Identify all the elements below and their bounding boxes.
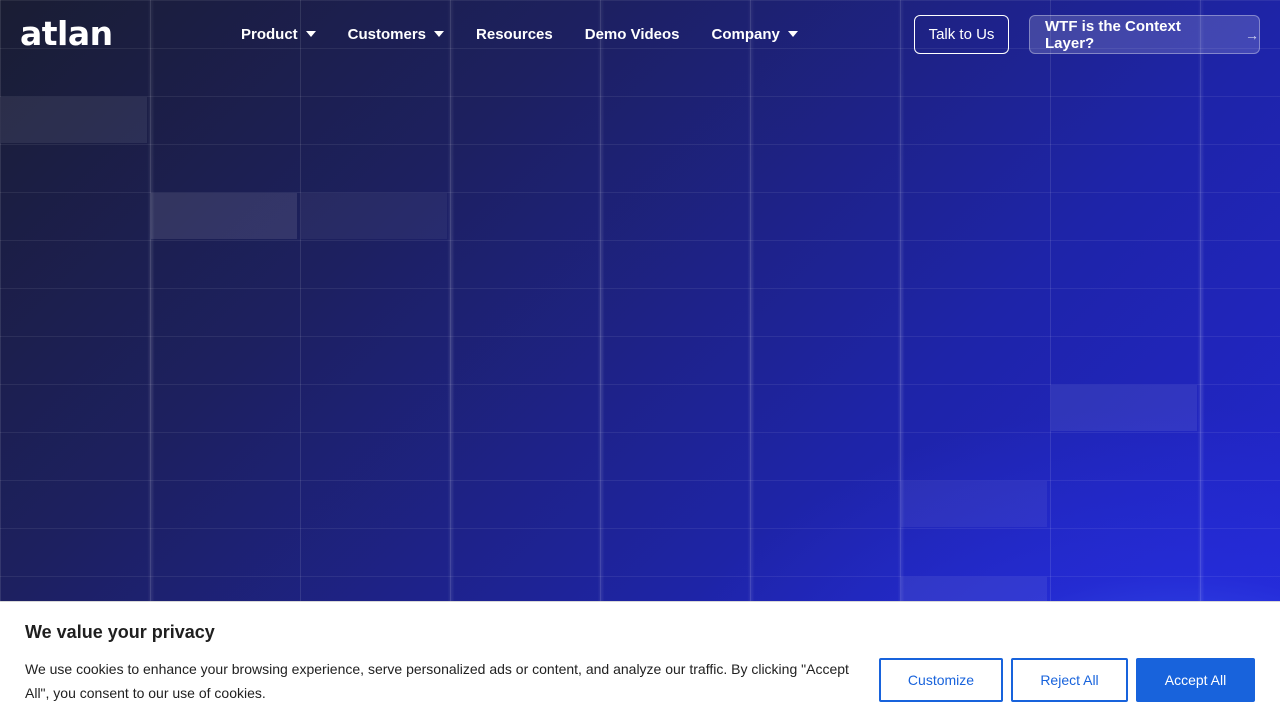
nav-item-demo-videos[interactable]: Demo Videos	[585, 24, 680, 44]
cookie-banner-title: We value your privacy	[25, 622, 215, 642]
grid-tile	[901, 481, 1047, 527]
top-navigation: atlan Product Customers Resources Demo V…	[0, 0, 1280, 68]
nav-item-label: Resources	[476, 25, 553, 43]
atlan-logo[interactable]: atlan	[20, 14, 113, 54]
nav-item-product[interactable]: Product	[241, 24, 316, 44]
context-layer-cta-button[interactable]: WTF is the Context Layer? →	[1029, 15, 1260, 54]
chevron-down-icon	[305, 31, 316, 37]
nav-menu: Product Customers Resources Demo Videos …	[241, 24, 830, 44]
grid-tile	[151, 193, 297, 239]
accept-all-button[interactable]: Accept All	[1136, 658, 1255, 702]
cookie-banner-text: We use cookies to enhance your browsing …	[25, 661, 849, 701]
customize-button[interactable]: Customize	[879, 658, 1003, 702]
nav-item-company[interactable]: Company	[712, 24, 798, 44]
nav-item-customers[interactable]: Customers	[347, 24, 445, 44]
nav-item-label: Company	[711, 25, 780, 43]
nav-item-label: Product	[241, 25, 298, 43]
grid-tile	[301, 193, 447, 239]
talk-to-us-button[interactable]: Talk to Us	[914, 15, 1009, 54]
cta-label: WTF is the Context Layer?	[1045, 17, 1181, 52]
grid-tile	[1, 97, 147, 143]
grid-tile	[1051, 385, 1197, 431]
nav-item-label: Demo Videos	[584, 25, 680, 43]
chevron-down-icon	[434, 31, 445, 37]
arrow-right-icon: →	[1245, 26, 1259, 43]
chevron-down-icon	[787, 31, 798, 37]
cookie-consent-banner: We value your privacy We use cookies to …	[0, 601, 1280, 720]
nav-item-resources[interactable]: Resources	[476, 24, 553, 44]
nav-item-label: Customers	[347, 25, 427, 43]
reject-all-button[interactable]: Reject All	[1011, 658, 1128, 702]
